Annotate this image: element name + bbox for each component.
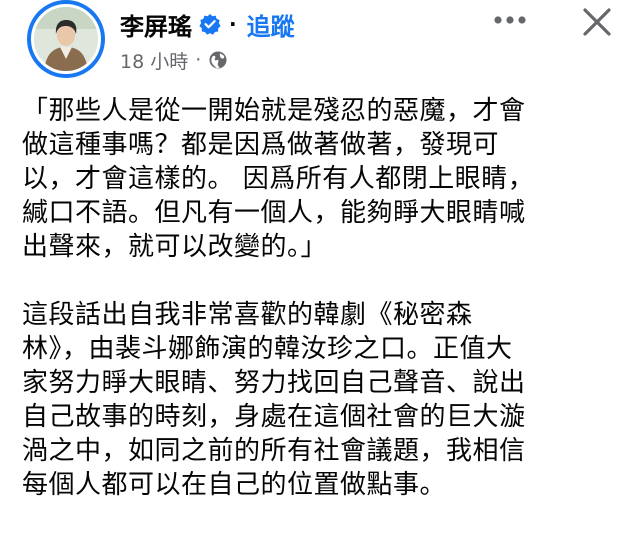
avatar-photo [31,4,101,74]
text-line: 林》，由裴斗娜飾演的韓汝珍之口。正值大 [22,334,513,364]
text-line: 出聲來，就可以改變的。」 [22,232,328,262]
text-line: 渦之中，如同之前的所有社會議題，我相信 [22,436,526,466]
text-line: 緘口不語。但凡有一個人，能夠睜大眼睛喊 [22,198,526,228]
author-name[interactable]: 李屏瑤 [120,7,192,42]
text-line: 家努力睜大眼睛、努力找回自己聲音、說出 [22,368,526,398]
meta-separator: · [195,49,202,71]
more-horizontal-icon [494,16,526,24]
follow-button[interactable]: 追蹤 [247,7,295,42]
more-options-button[interactable] [488,6,532,34]
post-commentary-paragraph: 這段話出自我非常喜歡的韓劇《秘密森 林》，由裴斗娜飾演的韓汝珍之口。正值大 家努… [22,298,622,502]
text-line: 「那些人是從一開始就是殘忍的惡魔，才會 [22,96,526,126]
close-icon [583,8,611,36]
text-line: 每個人都可以在自己的位置做點事。 [22,470,447,500]
separator-dot: · [229,12,237,36]
close-button[interactable] [577,2,617,42]
post-body: 「那些人是從一開始就是殘忍的惡魔，才會 做這種事嗎？都是因爲做著做著，發現可 以… [22,94,622,502]
text-line: 做這種事嗎？都是因爲做著做著，發現可 [22,130,500,160]
globe-icon[interactable] [208,50,228,70]
author-row: 李屏瑤 · 追蹤 [120,6,295,42]
text-line: 以，才會這樣的。 因爲所有人都閉上眼睛， [22,164,535,194]
text-line: 自己故事的時刻，身處在這個社會的巨大漩 [22,402,526,432]
verified-badge-icon [199,13,221,35]
post-quote-paragraph: 「那些人是從一開始就是殘忍的惡魔，才會 做這種事嗎？都是因爲做著做著，發現可 以… [22,94,622,264]
avatar[interactable] [27,0,105,78]
post-timestamp[interactable]: 18 小時 [120,47,188,74]
post-meta: 18 小時 · [120,46,228,74]
person-photo-icon [34,7,98,71]
text-line: 這段話出自我非常喜歡的韓劇《秘密森 [22,300,473,330]
post-header: 李屏瑤 · 追蹤 18 小時 · [0,0,640,90]
